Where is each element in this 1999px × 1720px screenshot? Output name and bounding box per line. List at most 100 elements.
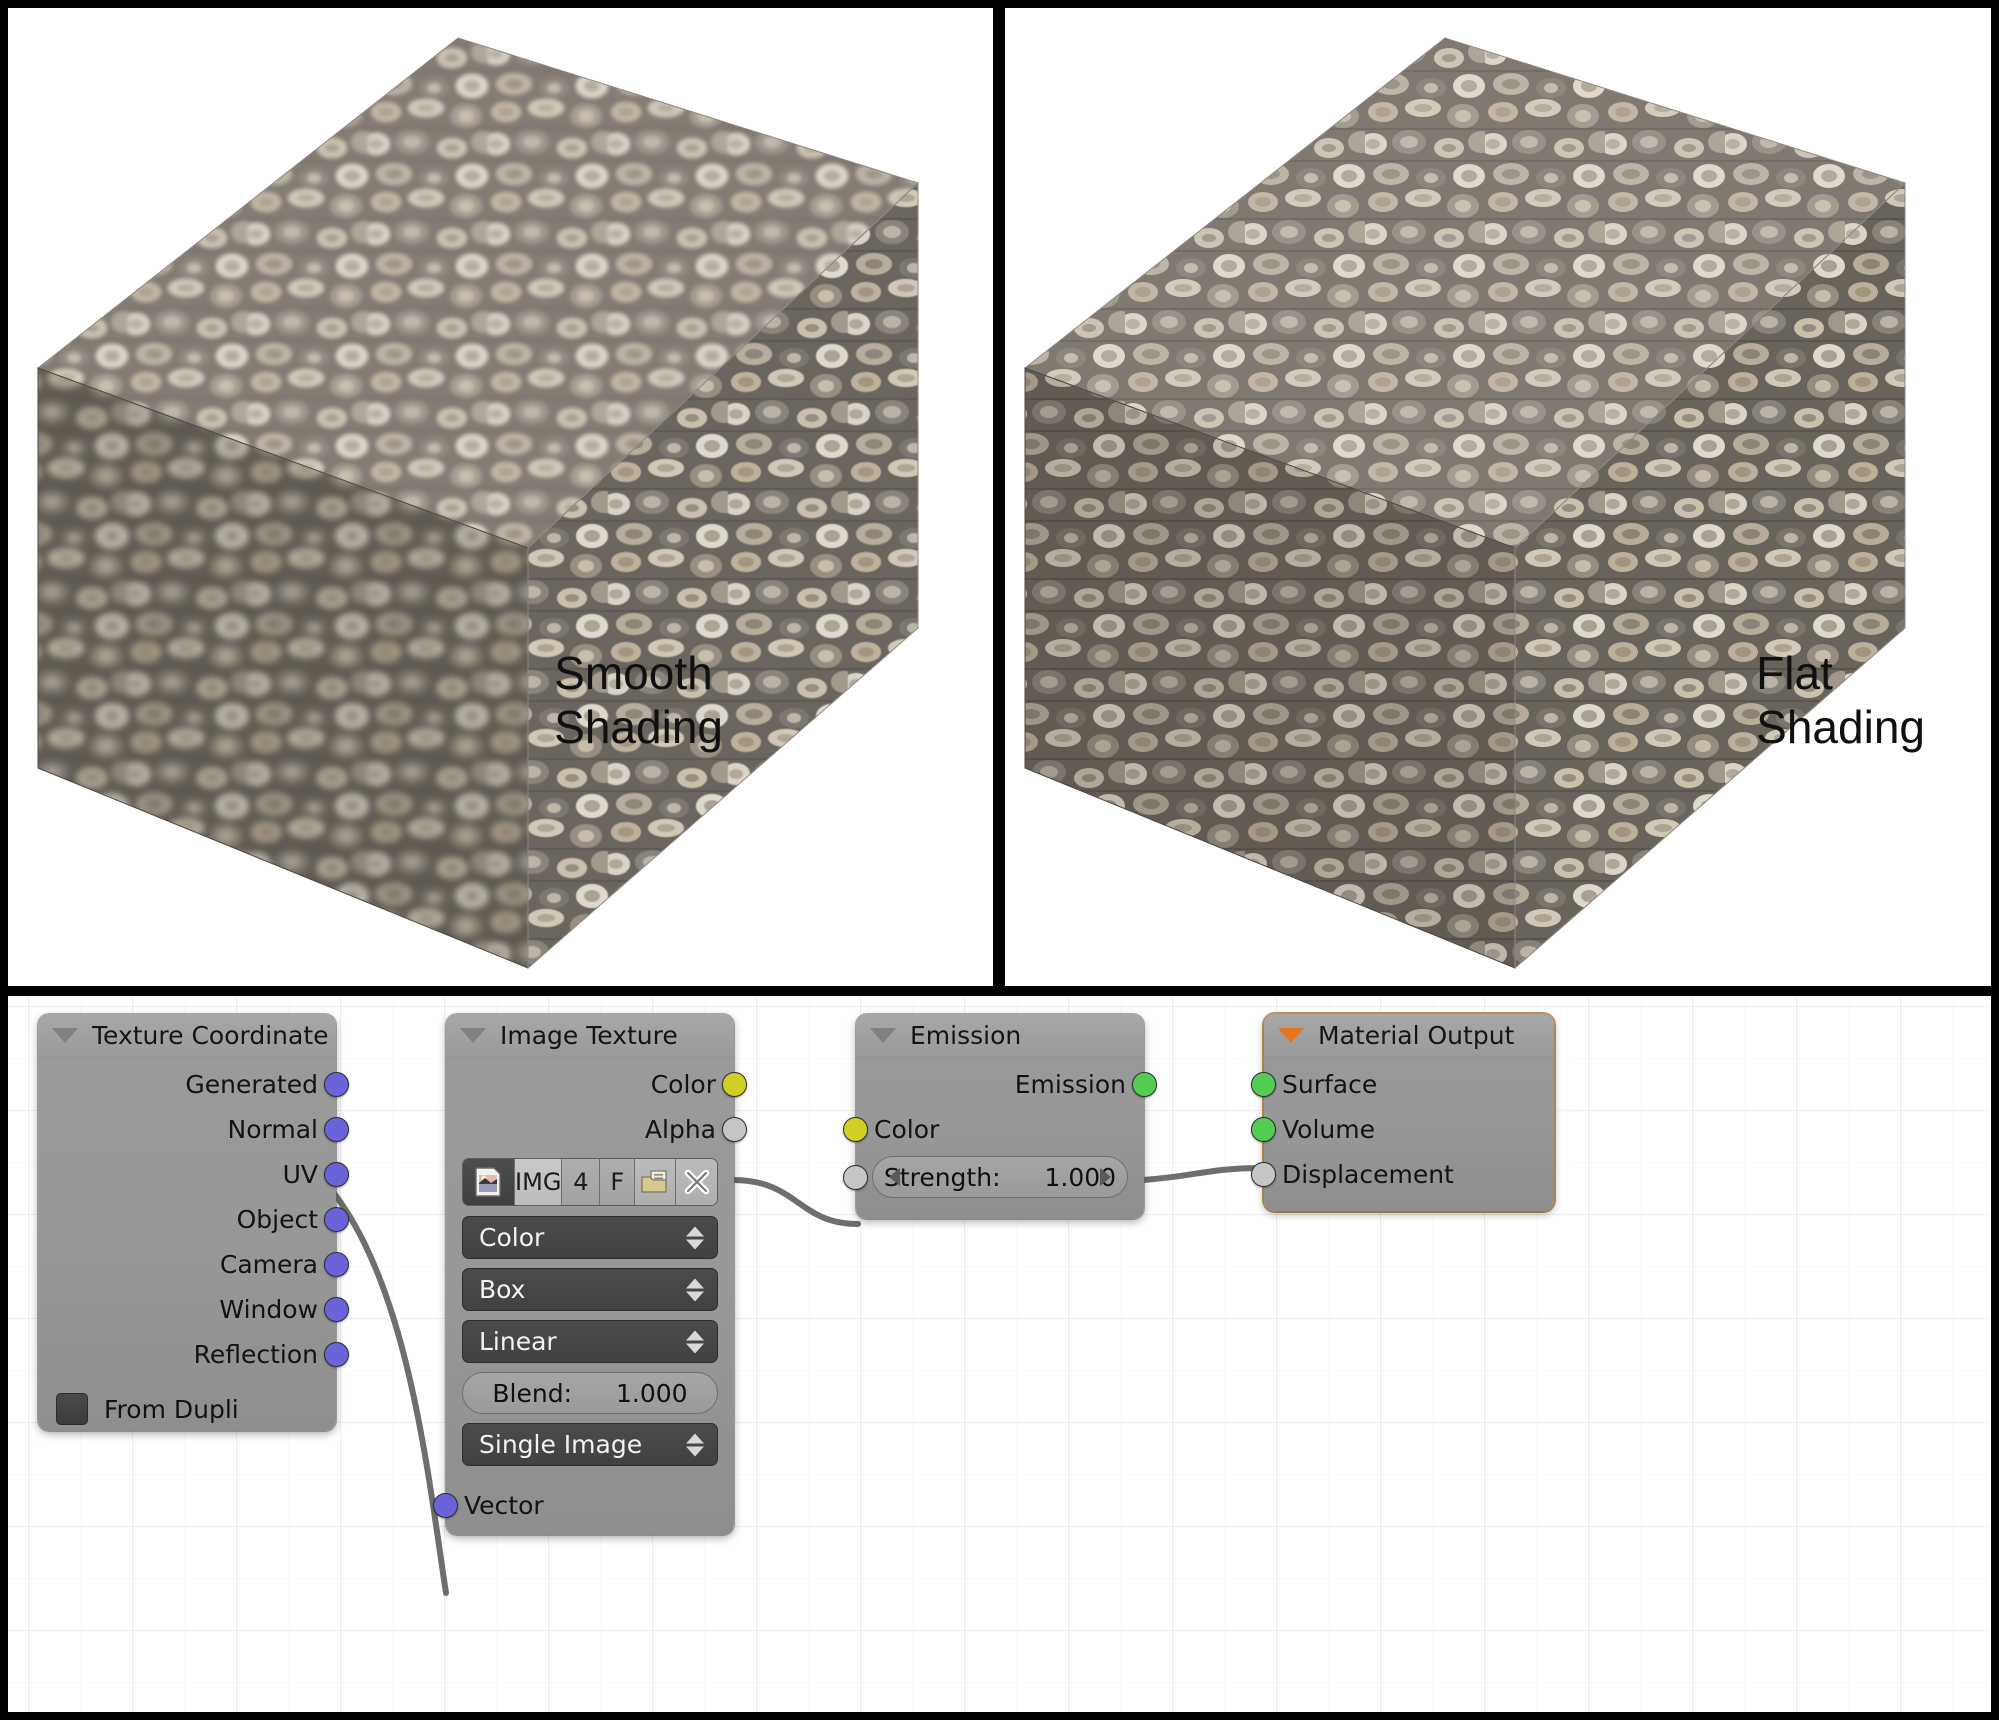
output-socket-row[interactable]: Window: [38, 1287, 349, 1332]
interpolation-dropdown[interactable]: Linear: [462, 1320, 718, 1363]
node-emission[interactable]: Emission Emission Color Strength: 1.000: [843, 1014, 1157, 1219]
fake-user-button[interactable]: F: [600, 1159, 636, 1205]
image-datablock-icon[interactable]: [463, 1159, 516, 1205]
socket-alpha-out[interactable]: [722, 1117, 747, 1142]
socket-emission-out[interactable]: [1132, 1072, 1157, 1097]
blend-slider-row[interactable]: Blend: 1.000: [446, 1372, 734, 1414]
node-body: Color Alpha IMG 4 F Color Box Linear Ble…: [433, 1058, 747, 1535]
flat-shading-label: Flat Shading: [1756, 647, 1925, 753]
socket-uv[interactable]: [324, 1162, 349, 1187]
strength-slider[interactable]: Strength: 1.000: [872, 1156, 1128, 1198]
strength-slider-row[interactable]: Strength: 1.000: [843, 1156, 1144, 1198]
socket-reflection[interactable]: [324, 1342, 349, 1367]
from-dupli-label: From Dupli: [104, 1394, 239, 1424]
fake-user-text: F: [610, 1168, 625, 1196]
socket-volume-in[interactable]: [1251, 1117, 1276, 1142]
triangle-down-orange-icon[interactable]: [1278, 1028, 1304, 1043]
output-socket-row[interactable]: Camera: [38, 1242, 349, 1287]
image-users-count[interactable]: 4: [562, 1159, 601, 1205]
checkbox-icon[interactable]: [56, 1393, 88, 1425]
socket-label: UV: [282, 1160, 318, 1189]
node-body: Emission Color Strength: 1.000: [843, 1058, 1157, 1219]
input-socket-row[interactable]: Color: [843, 1107, 1144, 1152]
socket-label: Window: [219, 1295, 318, 1324]
node-title: Material Output: [1318, 1021, 1515, 1050]
node-header[interactable]: Material Output: [1264, 1014, 1554, 1058]
socket-camera[interactable]: [324, 1252, 349, 1277]
output-socket-row[interactable]: Reflection: [38, 1332, 349, 1377]
chevron-updown-icon: [686, 1278, 704, 1301]
source-dropdown[interactable]: Single Image: [462, 1423, 718, 1466]
chevron-updown-icon: [686, 1330, 704, 1353]
input-socket-row[interactable]: Displacement: [1251, 1152, 1554, 1197]
input-socket-row[interactable]: Surface: [1251, 1062, 1554, 1107]
slider-decrement-arrow[interactable]: [889, 1168, 900, 1186]
socket-displacement-in[interactable]: [1251, 1162, 1276, 1187]
socket-label: Camera: [219, 1250, 318, 1279]
cube-smooth: [36, 37, 919, 970]
output-socket-row[interactable]: Color: [446, 1062, 747, 1107]
open-folder-icon[interactable]: [635, 1159, 677, 1205]
socket-label: Color: [650, 1070, 716, 1099]
triangle-down-icon[interactable]: [870, 1028, 896, 1043]
x-close-icon[interactable]: [676, 1159, 717, 1205]
input-socket-row[interactable]: Volume: [1251, 1107, 1554, 1152]
socket-label: Reflection: [193, 1340, 318, 1369]
triangle-down-icon[interactable]: [52, 1028, 78, 1043]
node-image-texture[interactable]: Image Texture Color Alpha IMG 4 F Color …: [433, 1014, 747, 1535]
socket-color-in[interactable]: [843, 1117, 868, 1142]
socket-generated[interactable]: [324, 1072, 349, 1097]
socket-label: Alpha: [644, 1115, 716, 1144]
image-datablock-toolbar[interactable]: IMG 4 F: [462, 1158, 718, 1206]
dropdown-value: Color: [479, 1223, 545, 1252]
output-socket-row[interactable]: Generated: [38, 1062, 349, 1107]
socket-label: Color: [874, 1115, 940, 1144]
users-count-text: 4: [573, 1168, 589, 1196]
source-dropdown-row[interactable]: Single Image: [446, 1423, 734, 1466]
viewport-flat-shading: Flat Shading: [1005, 8, 1991, 986]
node-header[interactable]: Emission: [856, 1014, 1144, 1058]
output-socket-row[interactable]: Alpha: [446, 1107, 747, 1152]
colorspace-dropdown-row[interactable]: Color: [446, 1216, 734, 1259]
chevron-updown-icon: [686, 1433, 704, 1456]
socket-window[interactable]: [324, 1297, 349, 1322]
smooth-shading-label: Smooth Shading: [554, 647, 723, 753]
socket-normal[interactable]: [324, 1117, 349, 1142]
output-socket-row[interactable]: Object: [38, 1197, 349, 1242]
image-name-text: IMG: [515, 1168, 562, 1196]
node-header[interactable]: Texture Coordinate: [38, 1014, 336, 1058]
socket-label: Object: [236, 1205, 318, 1234]
socket-vector-in[interactable]: [433, 1492, 458, 1518]
socket-surface-in[interactable]: [1251, 1072, 1276, 1097]
projection-dropdown-row[interactable]: Box: [446, 1268, 734, 1311]
socket-label: Volume: [1282, 1115, 1375, 1144]
interpolation-dropdown-row[interactable]: Linear: [446, 1320, 734, 1363]
dropdown-value: Box: [479, 1275, 526, 1304]
image-file-icon: [474, 1167, 501, 1197]
triangle-down-icon[interactable]: [460, 1028, 486, 1043]
slider-increment-arrow[interactable]: [1100, 1168, 1111, 1186]
socket-label: Surface: [1282, 1070, 1378, 1099]
socket-strength-in[interactable]: [843, 1165, 868, 1190]
output-socket-row[interactable]: UV: [38, 1152, 349, 1197]
node-material-output[interactable]: Material Output Surface Volume Displacem…: [1251, 1014, 1554, 1211]
socket-color-out[interactable]: [722, 1072, 747, 1097]
socket-label: Generated: [185, 1070, 318, 1099]
node-header[interactable]: Image Texture: [446, 1014, 734, 1058]
colorspace-dropdown[interactable]: Color: [462, 1216, 718, 1259]
output-socket-row[interactable]: Normal: [38, 1107, 349, 1152]
node-body: Surface Volume Displacement: [1251, 1058, 1554, 1211]
chevron-updown-icon: [686, 1226, 704, 1249]
image-name-field[interactable]: IMG: [515, 1159, 563, 1205]
node-texture-coordinate[interactable]: Texture Coordinate Generated Normal UV O…: [38, 1014, 349, 1431]
blend-slider[interactable]: Blend: 1.000: [462, 1372, 718, 1414]
blend-label: Blend:: [492, 1378, 573, 1408]
shader-node-editor[interactable]: Texture Coordinate Generated Normal UV O…: [8, 996, 1991, 1712]
dropdown-value: Linear: [479, 1327, 557, 1356]
input-socket-row[interactable]: Vector: [433, 1475, 734, 1535]
projection-dropdown[interactable]: Box: [462, 1268, 718, 1311]
output-socket-row[interactable]: Emission: [856, 1062, 1157, 1107]
blend-value: 1.000: [616, 1378, 688, 1408]
from-dupli-checkbox-row[interactable]: From Dupli: [38, 1377, 336, 1431]
socket-object[interactable]: [324, 1207, 349, 1232]
